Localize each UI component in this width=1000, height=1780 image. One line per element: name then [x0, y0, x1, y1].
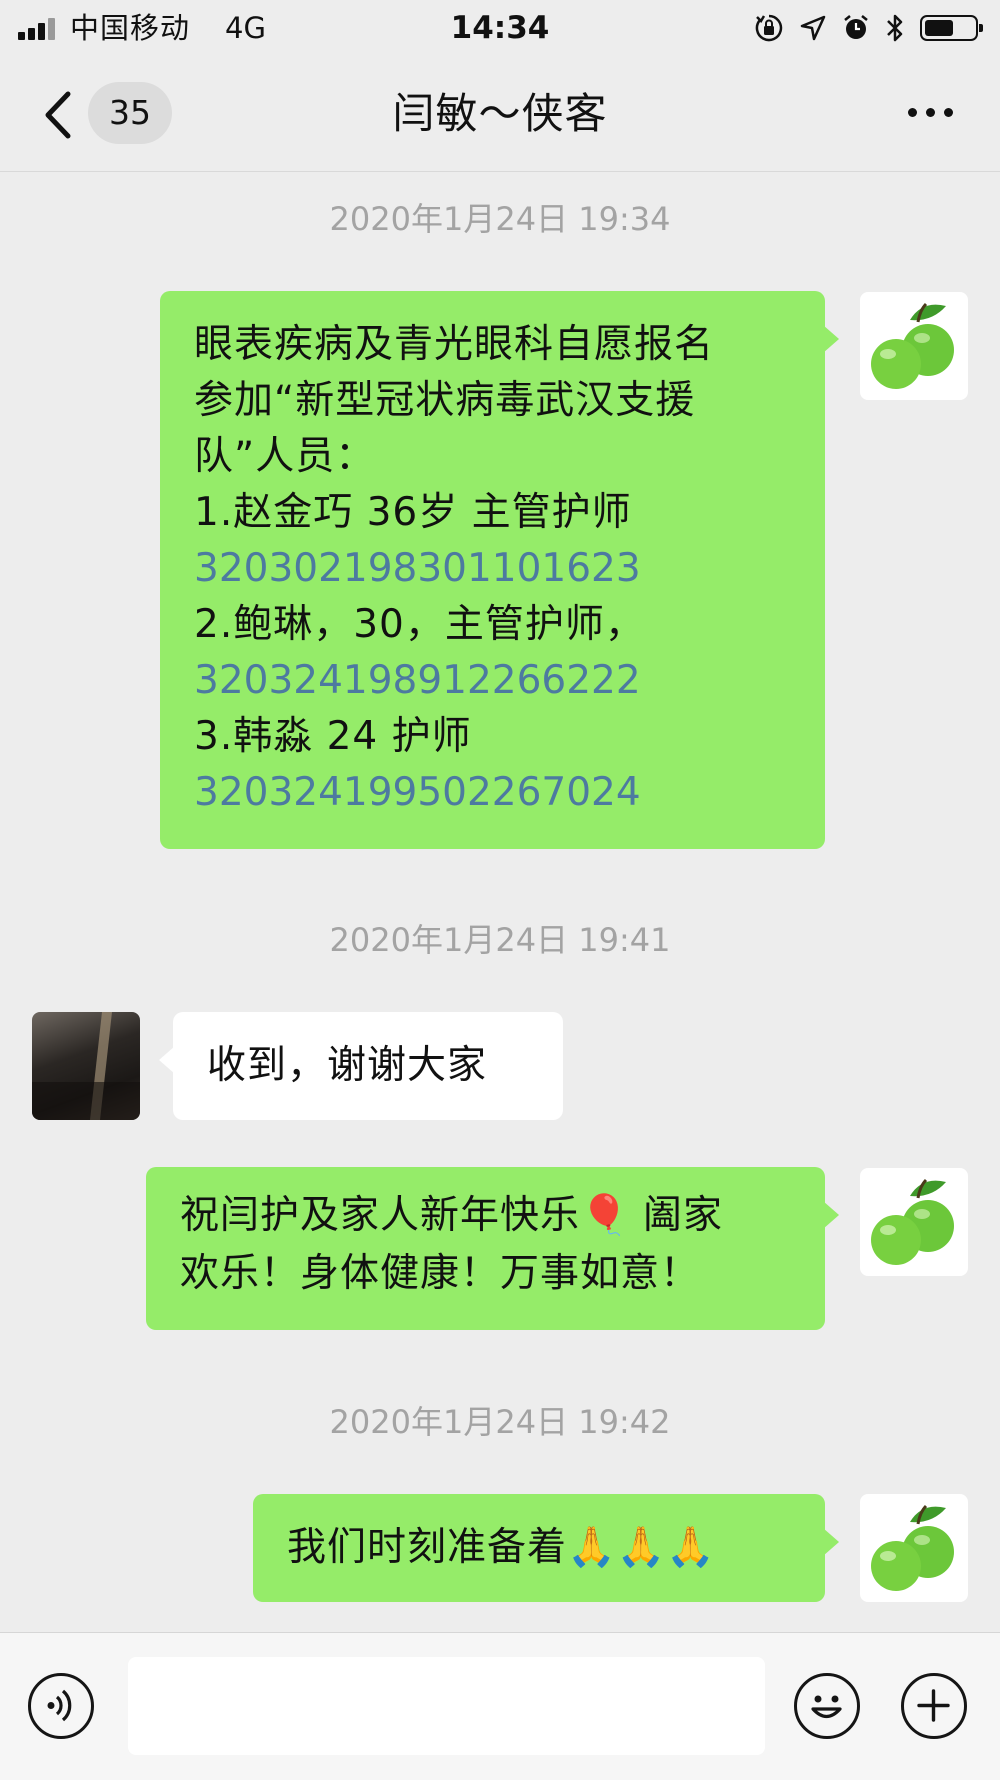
voice-input-button[interactable] [28, 1673, 94, 1739]
battery-icon [920, 15, 983, 41]
message-timestamp: 2020年1月24日 19:34 [329, 200, 671, 238]
outgoing-message-bubble[interactable]: 祝闫护及家人新年快乐🎈 阖家 欢乐！身体健康！万事如意！ [146, 1167, 839, 1330]
message-timestamp: 2020年1月24日 19:41 [329, 921, 671, 959]
message-line: 欢乐！身体健康！万事如意！ [180, 1251, 701, 1296]
outgoing-message-bubble[interactable]: 我们时刻准备着🙏🙏🙏 [253, 1494, 839, 1602]
incoming-message-bubble[interactable]: 收到，谢谢大家 [159, 1012, 563, 1120]
message-input[interactable] [128, 1657, 765, 1755]
message-line: 3.韩淼 24 护师 [194, 714, 472, 759]
status-bar: 中国移动 4G 14:34 [0, 0, 1000, 56]
green-apple-icon [871, 1178, 954, 1265]
message-timestamp: 2020年1月24日 19:42 [329, 1403, 671, 1441]
chat-header: 35 闫敏～侠客 [0, 56, 1000, 172]
message-line: 参加“新型冠状病毒武汉支援 [194, 378, 696, 423]
my-avatar[interactable] [860, 1168, 968, 1276]
more-functions-button[interactable] [901, 1673, 967, 1739]
contact-photo [32, 1012, 140, 1120]
message-line: 2.鲍琳，30，主管护师， [194, 602, 645, 647]
message-line: 我们时刻准备着🙏🙏🙏 [287, 1525, 716, 1570]
alarm-icon [844, 15, 868, 39]
emoji-button[interactable] [794, 1673, 860, 1739]
chat-input-bar [0, 1632, 1000, 1780]
message-line: 收到，谢谢大家 [207, 1043, 488, 1088]
my-avatar[interactable] [860, 1494, 968, 1602]
green-apple-icon [871, 1504, 954, 1591]
message-line: 眼表疾病及青光眼科自愿报名 [194, 322, 715, 367]
id-number-text: 320324198912266222 [194, 658, 641, 703]
orientation-lock-icon [755, 14, 783, 42]
message-line: 1.赵金巧 36岁 主管护师 [194, 490, 632, 535]
id-number-text: 320302198301101623 [194, 546, 641, 591]
status-icons [754, 10, 983, 46]
message-line: 祝闫护及家人新年快乐🎈 阖家 [180, 1193, 723, 1238]
emoji-icon [811, 1695, 842, 1719]
bluetooth-icon [887, 14, 903, 42]
message-line: 队”人员： [194, 434, 376, 479]
plus-icon [917, 1689, 950, 1722]
outgoing-message-bubble[interactable]: 眼表疾病及青光眼科自愿报名 参加“新型冠状病毒武汉支援 队”人员： 1.赵金巧 … [160, 291, 839, 849]
location-icon [800, 15, 826, 41]
my-avatar[interactable] [860, 292, 968, 400]
more-options-icon[interactable] [906, 100, 956, 126]
voice-icon [47, 1689, 72, 1722]
contact-avatar[interactable] [32, 1012, 140, 1120]
green-apple-icon [871, 302, 954, 389]
chat-title: 闫敏～侠客 [392, 89, 608, 138]
id-number-text: 320324199502267024 [194, 770, 641, 815]
